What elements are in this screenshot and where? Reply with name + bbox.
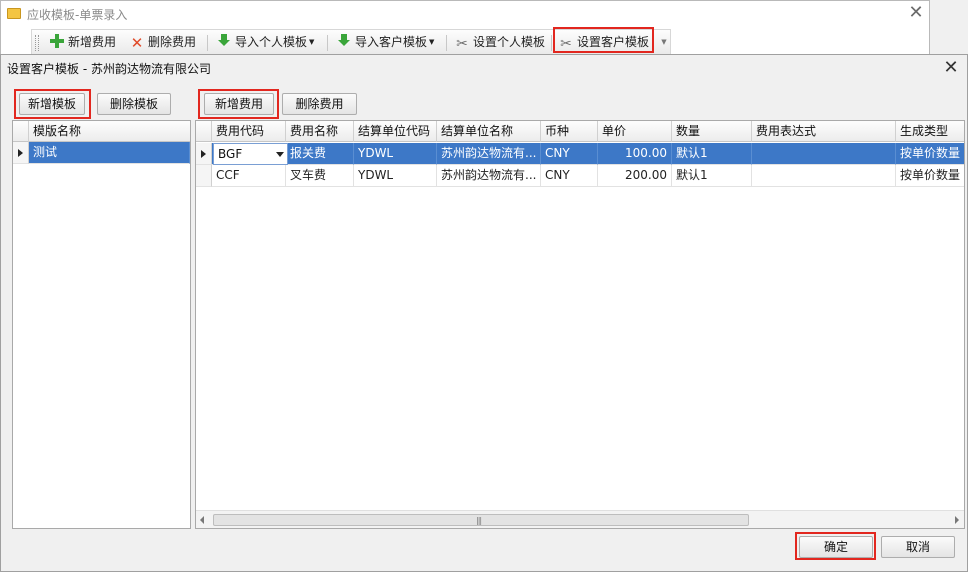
scroll-left-icon[interactable]	[200, 516, 204, 524]
currency-cell[interactable]: CNY	[541, 143, 598, 165]
fee-grid: 费用代码 费用名称 结算单位代码 结算单位名称 币种 单价 数量 费用表达式 生…	[195, 120, 965, 529]
chevron-down-icon: ▼	[429, 38, 435, 46]
table-row[interactable]: 报关费 YDWL 苏州韵达物流有... CNY 100.00 默认1 按单价数量	[196, 143, 964, 165]
row-indicator-header	[13, 121, 29, 142]
dialog-title: 设置客户模板 - 苏州韵达物流有限公司	[7, 62, 211, 76]
background-window-title: 应收模板-单票录入	[27, 8, 128, 22]
fee-code-cell[interactable]: CCF	[212, 165, 286, 187]
delete-template-button[interactable]: 删除模板	[97, 93, 171, 115]
set-personal-label: 设置个人模板	[473, 35, 546, 49]
column-header-fee-name[interactable]: 费用名称	[286, 121, 354, 142]
chevron-down-icon[interactable]	[276, 152, 284, 157]
template-name-cell[interactable]: 测试	[29, 142, 190, 164]
column-header-currency[interactable]: 币种	[541, 121, 598, 142]
quantity-cell[interactable]: 默认1	[672, 165, 752, 187]
fee-grid-header: 费用代码 费用名称 结算单位代码 结算单位名称 币种 单价 数量 费用表达式 生…	[196, 121, 964, 142]
download-icon	[217, 34, 231, 48]
cancel-button[interactable]: 取消	[881, 536, 955, 558]
delete-fee-button[interactable]: ✕ 删除费用	[130, 33, 196, 52]
column-header-fee-code[interactable]: 费用代码	[212, 121, 286, 142]
import-personal-label: 导入个人模板	[235, 35, 308, 49]
fee-code-value: BGF	[218, 147, 243, 161]
quantity-cell[interactable]: 默认1	[672, 143, 752, 165]
unit-price-cell[interactable]: 100.00	[598, 143, 672, 165]
table-row[interactable]: 测试	[13, 142, 190, 164]
background-titlebar: 应收模板-单票录入 ✕	[1, 1, 931, 27]
delete-fee-button[interactable]: 删除费用	[282, 93, 357, 115]
toolbar-grip[interactable]	[35, 35, 39, 51]
row-indicator-header	[196, 121, 212, 142]
toolbar-separator	[327, 35, 328, 51]
plus-icon	[50, 34, 64, 48]
column-header-template-name[interactable]: 模版名称	[29, 121, 190, 142]
template-grid: 模版名称 测试	[12, 120, 191, 529]
fee-name-cell[interactable]: 叉车费	[286, 165, 354, 187]
close-icon[interactable]: ✕	[941, 58, 961, 78]
add-fee-label: 新增费用	[68, 35, 117, 49]
toolbar-overflow-icon[interactable]: ▼	[658, 32, 670, 52]
row-pointer-icon	[201, 150, 206, 158]
tools-icon: ✂	[456, 36, 468, 52]
generation-type-cell[interactable]: 按单价数量	[896, 165, 964, 187]
tools-icon: ✂	[560, 36, 572, 52]
unit-code-cell[interactable]: YDWL	[354, 165, 437, 187]
column-header-fee-expression[interactable]: 费用表达式	[752, 121, 896, 142]
add-fee-button[interactable]: 新增费用	[204, 93, 274, 115]
column-header-unit-price[interactable]: 单价	[598, 121, 672, 142]
table-row[interactable]: CCF 叉车费 YDWL 苏州韵达物流有... CNY 200.00 默认1 按…	[196, 165, 964, 187]
scrollbar-thumb[interactable]: |||	[213, 514, 749, 526]
fee-code-dropdown[interactable]: BGF	[213, 143, 288, 165]
chevron-down-icon: ▼	[309, 38, 315, 46]
row-indicator	[13, 142, 29, 164]
grip-icon: |||	[476, 516, 482, 525]
column-header-unit-code[interactable]: 结算单位代码	[354, 121, 437, 142]
fee-expression-cell[interactable]	[752, 143, 896, 165]
background-toolbar: 新增费用 ✕ 删除费用 导入个人模板 ▼ 导入客户模板 ▼ ✂ 设置个人模板 ✂ 设置客户…	[31, 29, 671, 55]
row-indicator	[196, 165, 212, 187]
fee-name-cell[interactable]: 报关费	[286, 143, 354, 165]
scroll-right-icon[interactable]	[955, 516, 959, 524]
column-header-quantity[interactable]: 数量	[672, 121, 752, 142]
currency-cell[interactable]: CNY	[541, 165, 598, 187]
import-personal-template-button[interactable]: 导入个人模板 ▼	[217, 33, 314, 52]
import-customer-label: 导入客户模板	[355, 35, 428, 49]
toolbar-separator	[207, 35, 208, 51]
ok-button[interactable]: 确定	[799, 536, 873, 558]
toolbar-separator	[446, 35, 447, 51]
set-personal-template-button[interactable]: ✂ 设置个人模板	[455, 33, 545, 52]
folder-icon	[7, 8, 21, 19]
row-pointer-icon	[18, 149, 23, 157]
unit-name-cell[interactable]: 苏州韵达物流有...	[437, 143, 541, 165]
delete-fee-label: 删除费用	[148, 35, 197, 49]
background-window: 应收模板-单票录入 ✕ 新增费用 ✕ 删除费用 导入个人模板 ▼ 导入客户模板 ▼ ✂…	[0, 0, 930, 60]
unit-name-cell[interactable]: 苏州韵达物流有...	[437, 165, 541, 187]
horizontal-scrollbar[interactable]: |||	[196, 510, 964, 528]
template-grid-header: 模版名称	[13, 121, 190, 142]
set-customer-label: 设置客户模板	[577, 35, 650, 49]
import-customer-template-button[interactable]: 导入客户模板 ▼	[337, 33, 434, 52]
add-fee-button[interactable]: 新增费用	[50, 33, 116, 52]
row-indicator	[196, 143, 212, 165]
unit-price-cell[interactable]: 200.00	[598, 165, 672, 187]
close-icon[interactable]: ✕	[906, 3, 926, 23]
generation-type-cell[interactable]: 按单价数量	[896, 143, 964, 165]
set-customer-template-dialog: 设置客户模板 - 苏州韵达物流有限公司 ✕ 新增模板 删除模板 新增费用 删除费…	[0, 54, 968, 572]
add-template-button[interactable]: 新增模板	[19, 93, 85, 115]
column-header-generation-type[interactable]: 生成类型	[896, 121, 964, 142]
delete-icon: ✕	[130, 34, 144, 52]
column-header-unit-name[interactable]: 结算单位名称	[437, 121, 541, 142]
toolbar-separator	[551, 35, 552, 51]
fee-expression-cell[interactable]	[752, 165, 896, 187]
unit-code-cell[interactable]: YDWL	[354, 143, 437, 165]
download-icon	[337, 34, 351, 48]
set-customer-template-button[interactable]: ✂ 设置客户模板	[559, 33, 649, 52]
